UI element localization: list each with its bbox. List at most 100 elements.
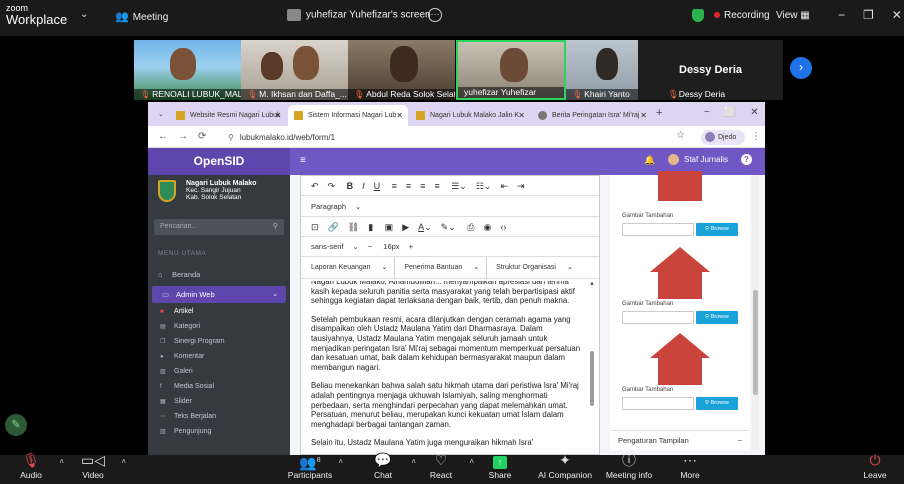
dropdown-penerima-bantuan[interactable]: Penerima Bantuan ⌄ [404,257,488,279]
display-settings-panel[interactable]: Pengaturan Tampilan − [610,430,750,450]
tab-list-chevron-icon[interactable]: ⌄ [158,110,164,118]
editor-scrollbar[interactable]: ▲ [588,281,596,456]
image-icon[interactable]: ▣ [385,222,394,232]
code-icon[interactable]: ‹› [500,222,506,232]
participant-tile[interactable]: 🎙 Abdul Reda Solok Selat... [348,40,455,100]
browser-tab[interactable]: Nagari Lubuk Malako Jalin K ✕ [410,105,530,126]
rich-text-editor[interactable]: ↶ ↷ BIU ≡ ≡ ≡ ≡ ☰⌄ ☷⌄ ⇤ ⇥ Paragraph ⌄ ⊡ 🔗 ⛓ ▮ ▣ ▶ A⌄ ✎… [300,175,600,455]
sidebar-search-input[interactable]: Pencarian... ⚲ [154,219,284,235]
preview-icon[interactable]: ◉ [483,222,491,232]
link-icon[interactable]: 🔗 [328,222,339,232]
image-path-input[interactable] [622,311,694,324]
sidebar-subitem-artikel[interactable]: ■ Artikel [148,305,290,319]
view-button[interactable]: View ▦ [776,10,810,21]
increase-size-icon[interactable]: + [409,242,413,251]
align-right-icon[interactable]: ≡ [420,181,425,191]
font-size-value[interactable]: 16px [383,242,399,251]
screen-share-indicator[interactable]: yuhefizar Yuhefizar's screen [287,9,431,21]
scroll-thumb[interactable] [753,290,758,395]
meeting-info-button[interactable]: ⓘ Meeting info [594,452,664,480]
image-path-input[interactable] [622,397,694,410]
profile-button[interactable]: Djedo [701,130,745,145]
sidebar-subitem-kategori[interactable]: ▤ Kategori [148,320,290,334]
next-page-arrow-icon[interactable]: › [790,57,812,79]
recording-indicator[interactable]: Recording [714,10,770,21]
hamburger-menu-icon[interactable]: ≡ [300,155,306,166]
sidebar-subitem-sinergi[interactable]: ❐ Sinergi Program [148,335,290,349]
bold-icon[interactable]: B [347,181,354,191]
close-icon[interactable]: ✕ [274,105,281,126]
new-tab-icon[interactable]: + [656,107,662,119]
chevron-down-icon[interactable]: ⌄ [353,242,359,251]
sidebar-item-admin-web[interactable]: ▭ Admin Web ⌄ [152,286,286,303]
leave-button[interactable]: ⏻ Leave [850,452,900,480]
sidebar-subitem-pengunjung[interactable]: ▥ Pengunjung [148,425,290,439]
more-options-icon[interactable]: ⋯ [428,8,442,22]
participant-tile[interactable]: 🎙 M. Ikhsan dan Daffa_... [241,40,348,100]
browser-window-controls[interactable]: −⬜✕ [704,107,773,118]
security-shield-icon[interactable] [692,9,704,22]
sidebar-subitem-teks-berjalan[interactable]: ⋯ Teks Berjalan [148,410,290,424]
browser-tab[interactable]: Website Resmi Nagari Lubuk ✕ [170,105,286,126]
panel-scrollbar[interactable] [752,175,759,450]
editor-body[interactable]: Nagari Lubuk Malako, Alhamdulillah... me… [311,281,586,456]
more-button[interactable]: ⋯ More [655,452,725,480]
participants-button[interactable]: 👥8 Participants ˄ [275,452,345,480]
user-name[interactable]: Staf Jurnalis [684,155,728,164]
highlight-icon[interactable]: ✎⌄ [441,222,456,232]
align-left-icon[interactable]: ≡ [392,181,397,191]
browse-button[interactable]: ⚲ Browse [696,311,738,324]
image-path-input[interactable] [622,223,694,236]
bullet-list-icon[interactable]: ☰⌄ [451,181,467,191]
media-icon[interactable]: ▶ [402,222,409,232]
annotate-pencil-icon[interactable]: ✎ [5,414,27,436]
app-brand[interactable]: OpenSID [148,148,290,175]
numbered-list-icon[interactable]: ☷⌄ [476,181,492,191]
bookmark-icon[interactable]: ▮ [368,222,373,232]
close-icon[interactable]: ✕ [640,105,647,126]
sidebar-subitem-media-sosial[interactable]: f Media Sosial [148,380,290,394]
sidebar-subitem-komentar[interactable]: ● Komentar [148,350,290,364]
chevron-up-icon[interactable]: ˄ [121,457,126,466]
window-controls[interactable]: −❐✕ [838,8,904,22]
sidebar-subitem-slider[interactable]: ▦ Slider [148,395,290,409]
participant-tile-active[interactable]: yuhefizar Yuhefizar [456,40,566,100]
align-center-icon[interactable]: ≡ [406,181,411,191]
text-color-icon[interactable]: A⌄ [418,222,432,232]
browser-tab-active[interactable]: Sistem Informasi Nagari Lub ✕ [288,105,408,126]
collapse-icon[interactable]: − [738,431,742,451]
undo-icon[interactable]: ↶ [311,181,319,191]
sidebar-subitem-galeri[interactable]: ▨ Galeri [148,365,290,379]
close-icon[interactable]: ✕ [518,105,525,126]
browse-button[interactable]: ⚲ Browse [696,397,738,410]
help-icon[interactable]: ? [741,154,752,165]
close-icon[interactable]: ✕ [396,105,403,126]
indent-icon[interactable]: ⇥ [517,181,525,191]
decrease-size-icon[interactable]: − [368,242,372,251]
share-button[interactable]: ↑ Share [465,452,535,480]
justify-icon[interactable]: ≡ [434,181,439,191]
scroll-thumb[interactable] [590,351,594,406]
bookmark-star-icon[interactable]: ☆ [676,130,685,141]
bell-icon[interactable]: 🔔 [644,155,655,166]
outdent-icon[interactable]: ⇤ [500,181,508,191]
redo-icon[interactable]: ↷ [328,181,336,191]
source-code-icon[interactable]: ⊡ [311,222,319,232]
underline-icon[interactable]: U [374,181,381,191]
sidebar-item-beranda[interactable]: ⌂ Beranda [148,266,290,283]
browse-button[interactable]: ⚲ Browse [696,223,738,236]
chevron-up-icon[interactable]: ˄ [338,457,343,466]
browser-tab[interactable]: Berita Peringatan Isra' Mi'raj ✕ [532,105,652,126]
video-button[interactable]: ▭◁ Video ˄ [58,452,128,480]
font-family-select[interactable]: sans-serif [311,242,344,251]
italic-icon[interactable]: I [362,181,365,191]
participant-tile[interactable]: Dessy Deria 🎙Dessy Deria [638,40,783,100]
nav-buttons[interactable]: ←→⟳ [158,131,216,142]
url-input[interactable]: ⚲ lubukmalako.id/web/form/1 [228,130,648,145]
participant-tile[interactable]: 🎙 RENOALI LUBUK_MAL... [134,40,241,100]
chevron-down-icon[interactable]: ⌄ [80,9,88,20]
scroll-up-icon[interactable]: ▲ [589,281,595,287]
audio-button[interactable]: 🎙 Audio ˄ [0,452,66,480]
dropdown-struktur-organisasi[interactable]: Struktur Organisasi ⌄ [496,257,580,279]
print-icon[interactable]: ⎙ [467,222,474,232]
